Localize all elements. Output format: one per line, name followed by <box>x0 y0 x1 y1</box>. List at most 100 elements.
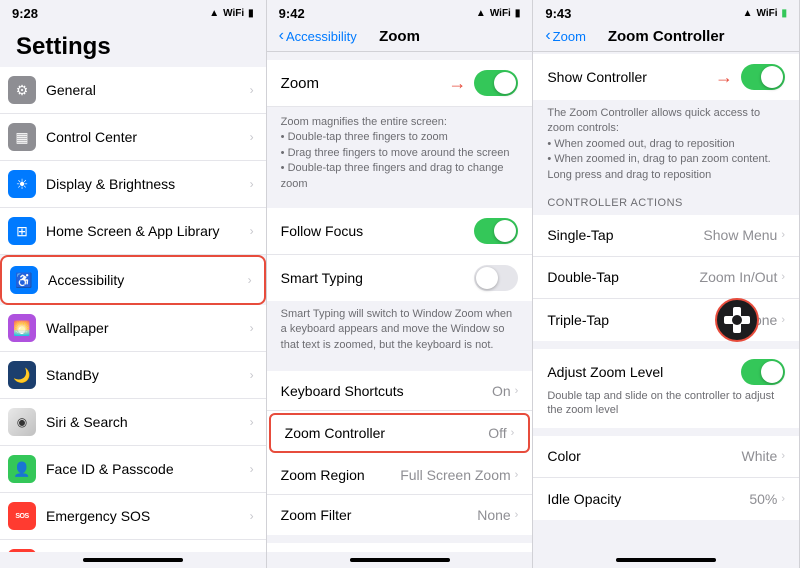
zoom-desc-line1: • Double-tap three fingers to zoom <box>281 131 448 143</box>
status-bar-3: 9:43 ▲ WiFi ▮ <box>533 0 799 23</box>
single-tap-label: Single-Tap <box>547 227 613 243</box>
zoom-arrow-toggle: → <box>448 70 518 96</box>
general-chevron: › <box>250 83 254 97</box>
double-tap-label: Double-Tap <box>547 269 619 285</box>
wallpaper-icon: 🌅 <box>8 314 36 342</box>
dpad-overlay <box>715 298 759 342</box>
triple-tap-label: Triple-Tap <box>547 312 609 328</box>
settings-item-face-id[interactable]: 👤 Face ID & Passcode › <box>0 446 266 493</box>
settings-item-exposure[interactable]: ◎ Exposure Notifications › <box>0 540 266 552</box>
color-row[interactable]: Color White › <box>533 436 799 478</box>
settings-item-display[interactable]: ☀ Display & Brightness › <box>0 161 266 208</box>
zc-description: The Zoom Controller allows quick access … <box>533 100 799 191</box>
nav-back-zoom[interactable]: ‹ Zoom <box>545 27 586 45</box>
back-arrow-icon-3: ‹ <box>545 27 550 45</box>
settings-item-accessibility[interactable]: ♿ Accessibility › <box>0 255 266 305</box>
status-icons-3: ▲ WiFi ▮ <box>743 8 787 19</box>
adjust-zoom-label: Adjust Zoom Level <box>547 364 663 380</box>
standby-label: StandBy <box>46 367 250 383</box>
status-bar-1: 9:28 ▲ WiFi ▮ <box>0 0 266 23</box>
home-screen-label: Home Screen & App Library <box>46 223 250 239</box>
home-indicator-1 <box>83 558 183 562</box>
zoom-controller-label: Zoom Controller <box>285 425 385 441</box>
adjust-zoom-toggle[interactable] <box>741 359 785 385</box>
panel-title: Settings <box>0 23 266 67</box>
home-screen-glyph: ⊞ <box>16 223 28 240</box>
zoom-desc-line2: • Drag three fingers to move around the … <box>281 147 510 159</box>
single-tap-row[interactable]: Single-Tap Show Menu › <box>533 215 799 257</box>
nav-title-2: Zoom <box>379 28 420 45</box>
status-time-2: 9:42 <box>279 6 305 21</box>
standby-glyph: 🌙 <box>13 367 30 384</box>
back-arrow-icon: ‹ <box>279 27 284 45</box>
smart-typing-desc-text: Smart Typing will switch to Window Zoom … <box>281 308 513 351</box>
follow-focus-section: Follow Focus Smart Typing <box>267 208 533 301</box>
color-label: Color <box>547 448 580 464</box>
zoom-filter-value: None › <box>477 507 518 523</box>
zoom-filter-chevron: › <box>515 509 519 521</box>
display-glyph: ☀ <box>16 176 29 193</box>
show-controller-arrow: → <box>715 67 733 88</box>
show-controller-label: Show Controller <box>547 69 647 85</box>
wallpaper-glyph: 🌅 <box>13 320 30 337</box>
nav-title-3: Zoom Controller <box>608 28 725 45</box>
follow-focus-label: Follow Focus <box>281 223 363 239</box>
keyboard-shortcuts-value: On › <box>492 383 518 399</box>
show-controller-section: Show Controller → <box>533 54 799 100</box>
double-tap-row[interactable]: Double-Tap Zoom In/Out › <box>533 257 799 299</box>
smart-typing-desc: Smart Typing will switch to Window Zoom … <box>267 301 533 363</box>
keyboard-shortcuts-row[interactable]: Keyboard Shortcuts On › <box>267 371 533 411</box>
smart-typing-toggle[interactable] <box>474 265 518 291</box>
settings-item-general[interactable]: ⚙ General › <box>0 67 266 114</box>
accessibility-label: Accessibility <box>48 272 248 288</box>
idle-opacity-chevron: › <box>781 493 785 505</box>
zoom-controller-row[interactable]: Zoom Controller Off › <box>269 413 531 453</box>
nav-back-label: Accessibility <box>286 29 357 44</box>
settings-item-standby[interactable]: 🌙 StandBy › <box>0 352 266 399</box>
settings-item-home-screen[interactable]: ⊞ Home Screen & App Library › <box>0 208 266 255</box>
settings-item-control-center[interactable]: ▦ Control Center › <box>0 114 266 161</box>
display-label: Display & Brightness <box>46 176 250 192</box>
zoom-controller-value: Off › <box>488 425 514 441</box>
wifi-icon: WiFi <box>223 8 244 19</box>
home-indicator-3 <box>616 558 716 562</box>
triple-tap-chevron: › <box>781 314 785 326</box>
smart-typing-label: Smart Typing <box>281 270 363 286</box>
triple-tap-row[interactable]: Triple-Tap None › <box>533 299 799 341</box>
face-id-chevron: › <box>250 462 254 476</box>
control-center-icon: ▦ <box>8 123 36 151</box>
status-bar-2: 9:42 ▲ WiFi ▮ <box>267 0 533 23</box>
wallpaper-label: Wallpaper <box>46 320 250 336</box>
general-label: General <box>46 82 250 98</box>
show-controller-toggle-area: → <box>715 64 785 90</box>
siri-icon: ◉ <box>8 408 36 436</box>
display-chevron: › <box>250 177 254 191</box>
siri-chevron: › <box>250 415 254 429</box>
zoom-filter-label: Zoom Filter <box>281 507 352 523</box>
signal-icon-2: ▲ <box>476 8 486 19</box>
double-tap-value: Zoom In/Out › <box>700 269 785 285</box>
face-id-glyph: 👤 <box>13 461 30 478</box>
emergency-sos-label: Emergency SOS <box>46 508 250 524</box>
nav-back-accessibility[interactable]: ‹ Accessibility <box>279 27 357 45</box>
exposure-icon: ◎ <box>8 549 36 552</box>
status-icons-1: ▲ WiFi ▮ <box>209 8 253 19</box>
settings-item-emergency-sos[interactable]: SOS Emergency SOS › <box>0 493 266 540</box>
zc-desc-line1: • When zoomed out, drag to reposition <box>547 138 734 150</box>
zoom-region-row[interactable]: Zoom Region Full Screen Zoom › <box>267 455 533 495</box>
settings-section-main: ⚙ General › ▦ Control Center › ☀ Display… <box>0 67 266 552</box>
battery-icon-3: ▮ <box>782 8 788 19</box>
standby-icon: 🌙 <box>8 361 36 389</box>
nav-back-label-3: Zoom <box>553 29 586 44</box>
zoom-filter-row[interactable]: Zoom Filter None › <box>267 495 533 535</box>
idle-opacity-row[interactable]: Idle Opacity 50% › <box>533 478 799 520</box>
zoom-desc-line3: • Double-tap three fingers and drag to c… <box>281 162 504 189</box>
follow-focus-toggle[interactable] <box>474 218 518 244</box>
control-center-label: Control Center <box>46 129 250 145</box>
keyboard-shortcuts-label: Keyboard Shortcuts <box>281 383 404 399</box>
settings-item-siri[interactable]: ◉ Siri & Search › <box>0 399 266 446</box>
settings-item-wallpaper[interactable]: 🌅 Wallpaper › <box>0 305 266 352</box>
zoom-toggle[interactable] <box>474 70 518 96</box>
show-controller-toggle[interactable] <box>741 64 785 90</box>
zoom-desc-text: Zoom magnifies the entire screen: <box>281 116 447 128</box>
